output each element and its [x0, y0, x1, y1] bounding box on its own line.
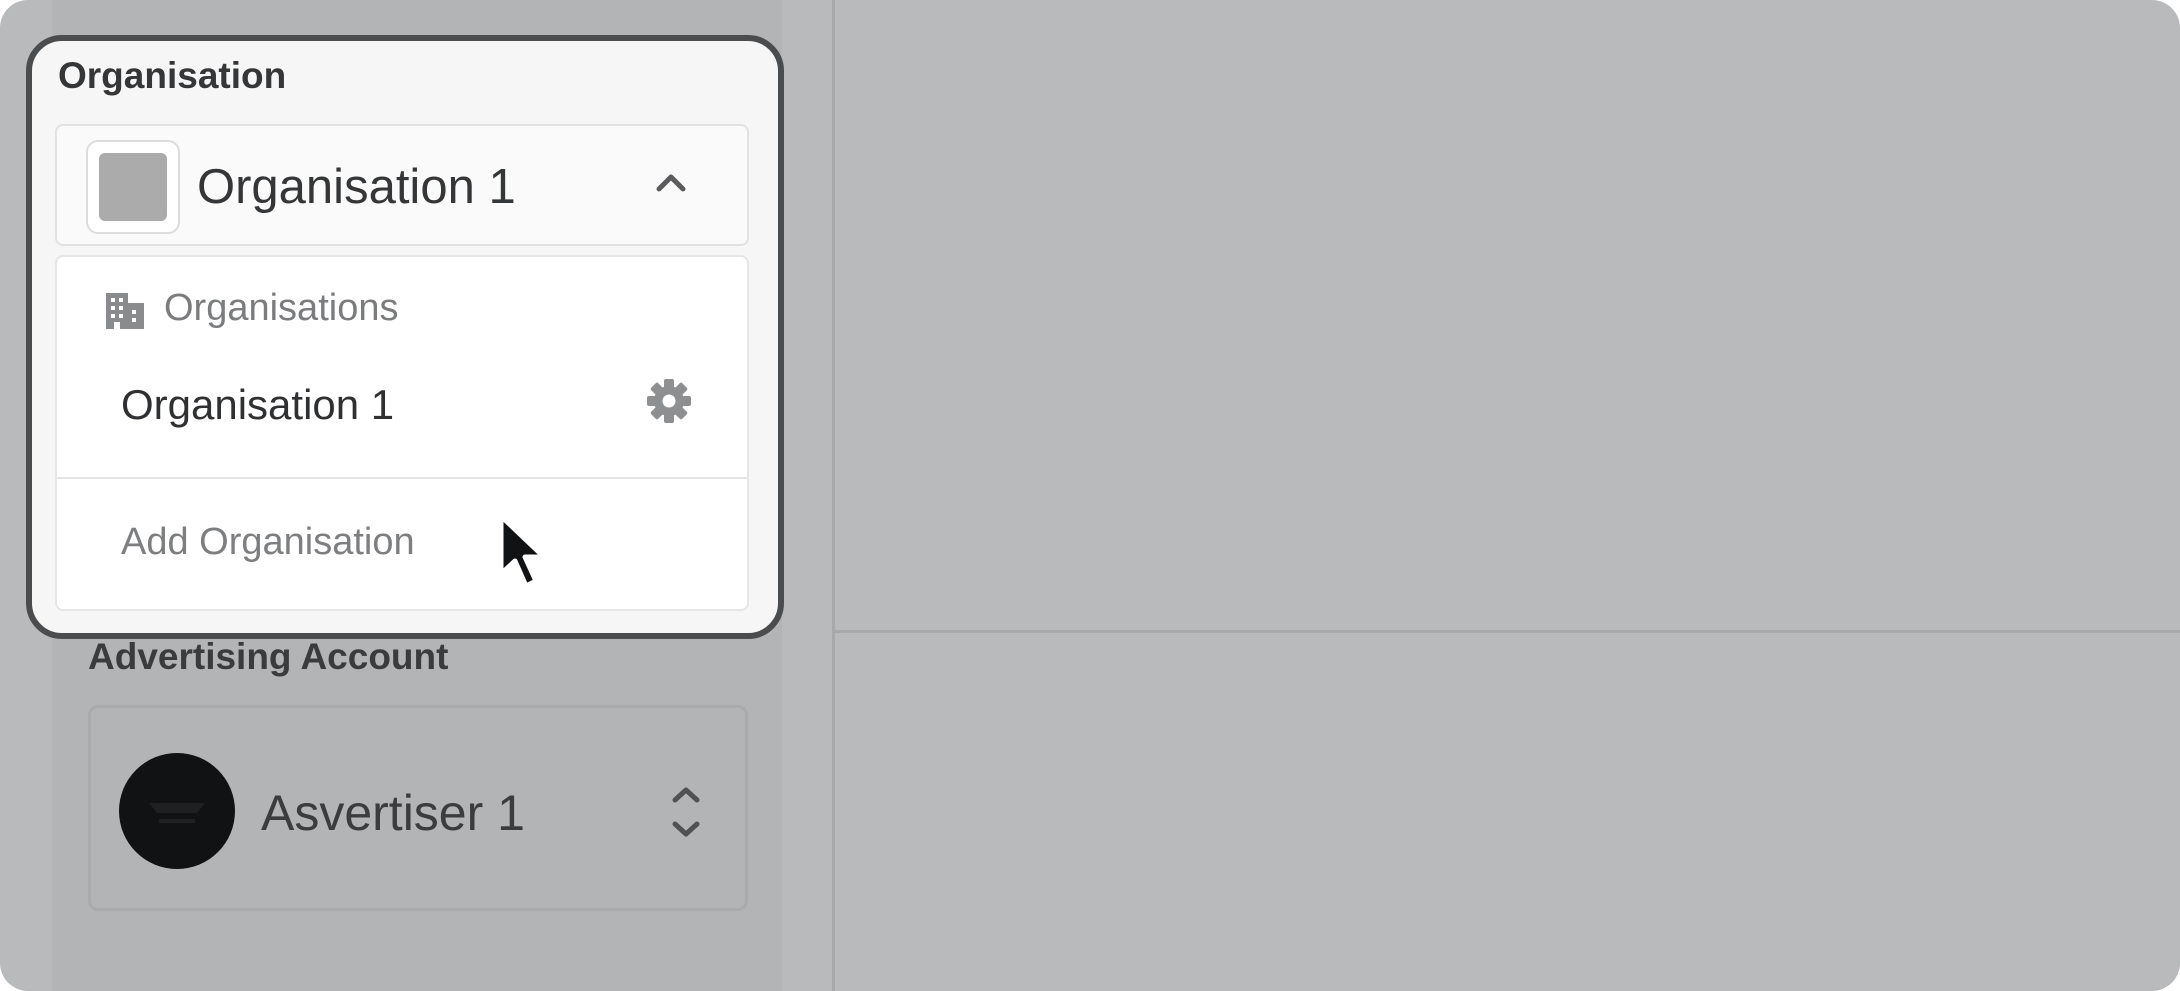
- organisation-section-title: Organisation: [58, 55, 287, 96]
- advertiser-name: Asvertiser 1: [261, 785, 525, 841]
- organisations-header: Organisations: [164, 287, 399, 329]
- chevron-up-icon[interactable]: [655, 172, 687, 199]
- menu-divider: [57, 477, 747, 479]
- advertiser-avatar-icon: [119, 753, 235, 869]
- advertiser-select[interactable]: Asvertiser 1: [88, 705, 748, 911]
- chevron-up-down-icon: [671, 784, 701, 845]
- gear-icon[interactable]: [645, 377, 693, 430]
- building-icon: [104, 289, 146, 336]
- advertising-account-title: Advertising Account: [88, 636, 449, 677]
- placeholder-logo-icon: [86, 140, 180, 234]
- app-window: Advertising Account Asvertiser 1 Organis…: [0, 0, 2180, 991]
- add-organisation-button[interactable]: Add Organisation: [121, 521, 415, 564]
- organisation-menu-item-label: Organisation 1: [121, 381, 395, 428]
- organisation-dropdown-menu: Organisations Organisation 1 Add Organis…: [55, 255, 749, 611]
- horizontal-divider: [832, 630, 2180, 633]
- selected-organisation-name: Organisation 1: [197, 160, 516, 214]
- vertical-divider: [832, 0, 835, 991]
- organisation-select[interactable]: Organisation 1: [55, 124, 749, 246]
- mouse-pointer-icon: [495, 512, 559, 601]
- organisation-switcher-popup: Organisation Organisation 1 Organisation…: [26, 35, 784, 639]
